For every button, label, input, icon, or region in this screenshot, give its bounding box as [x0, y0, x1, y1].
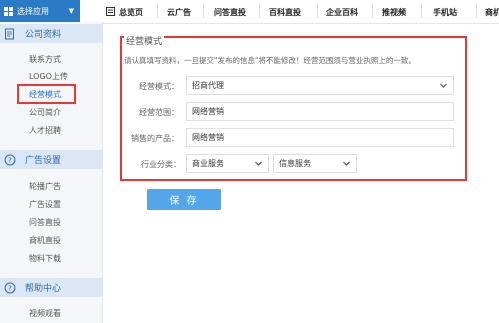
section-title: 广告设置 — [25, 156, 62, 166]
tab-label: 总览页 — [119, 8, 143, 17]
svg-text:?: ? — [8, 156, 12, 164]
chevron-down-icon — [343, 161, 350, 166]
section-ad-settings[interactable]: ? 广告设置 — [0, 150, 103, 169]
caret-down-icon: ▼ — [68, 7, 74, 15]
tab-baike-direct[interactable]: 百科直投 — [269, 7, 301, 18]
business-scope-input[interactable]: 网络营销 — [186, 102, 454, 121]
chevron-down-icon — [255, 161, 262, 166]
tab-divider — [372, 4, 373, 18]
sidebar-item-business-direct[interactable]: 商机直投 — [29, 235, 61, 246]
industry-secondary-select[interactable]: 信息服务 — [273, 154, 357, 173]
tab-mobile-site[interactable]: 手机站 — [433, 7, 457, 18]
tab-divider — [317, 4, 318, 18]
section-title: 帮助中心 — [25, 284, 62, 294]
sidebar-item-ad-settings[interactable]: 广告设置 — [29, 199, 61, 210]
app-select-label: 选择应用 — [17, 6, 49, 16]
tab-enterprise-baike[interactable]: 企业百科 — [326, 7, 358, 18]
sidebar-item-material-download[interactable]: 物料下载 — [29, 253, 61, 264]
form-note: 请认真填写资料，一旦提交"发布的信息"将不能修改！经营范围须与营业执照上的一致。 — [124, 56, 416, 65]
sidebar-item-logo-upload[interactable]: LOGO上传 — [29, 71, 68, 82]
help-circle-icon: ? — [4, 282, 16, 294]
tab-divider — [157, 4, 158, 18]
industry-primary-select[interactable]: 商业服务 — [186, 154, 269, 173]
sidebar: 选择应用 ▼ 公司资料 联系方式 LOGO上传 经营模式 公司简介 人才招聘 ?… — [0, 0, 103, 323]
top-navigation: 总览页 云广告 问答直投 百科直投 企业百科 推视频 手机站 商机 — [103, 0, 499, 24]
business-mode-select[interactable]: 招商代理 — [186, 76, 454, 95]
sidebar-item-carousel-ad[interactable]: 轮播广告 — [29, 181, 61, 192]
overview-icon — [106, 7, 115, 16]
save-button[interactable]: 保 存 — [147, 189, 221, 210]
app-select-dropdown[interactable]: 选择应用 ▼ — [0, 0, 80, 22]
section-help-center[interactable]: ? 帮助中心 — [0, 278, 103, 297]
highlight-box — [17, 84, 76, 104]
apps-grid-icon — [4, 6, 13, 16]
industry-label: 行业分类： — [141, 160, 181, 169]
tab-divider — [259, 4, 260, 18]
business-mode-label: 经营模式： — [139, 82, 179, 91]
chevron-down-icon — [440, 83, 447, 88]
sidebar-item-video[interactable]: 视频观看 — [29, 308, 61, 319]
tab-overview[interactable]: 总览页 — [106, 7, 143, 18]
industry-primary-value: 商业服务 — [192, 159, 224, 168]
sidebar-item-qa-direct[interactable]: 问答直投 — [29, 217, 61, 228]
section-company-info[interactable]: 公司资料 — [0, 24, 103, 43]
document-icon — [4, 28, 16, 40]
business-scope-value: 网络营销 — [192, 107, 224, 116]
sidebar-item-company-intro[interactable]: 公司简介 — [29, 107, 61, 118]
form-title: 经营模式 — [124, 34, 165, 47]
industry-secondary-value: 信息服务 — [279, 159, 311, 168]
business-mode-value: 招商代理 — [192, 81, 224, 90]
products-value: 网络营销 — [192, 133, 224, 142]
tab-business[interactable]: 商机 — [485, 7, 499, 18]
svg-text:?: ? — [8, 284, 12, 292]
section-title: 公司资料 — [25, 30, 62, 40]
sidebar-item-contact[interactable]: 联系方式 — [29, 54, 61, 65]
tab-divider — [203, 4, 204, 18]
tab-divider — [476, 4, 477, 18]
tab-cloud-ads[interactable]: 云广告 — [167, 7, 191, 18]
tab-qa-direct[interactable]: 问答直投 — [214, 7, 246, 18]
business-scope-label: 经营范围： — [139, 108, 179, 117]
help-circle-icon: ? — [4, 154, 16, 166]
products-input[interactable]: 网络营销 — [186, 128, 454, 147]
products-label: 销售的产品： — [131, 134, 179, 143]
tab-push-video[interactable]: 推视频 — [382, 7, 406, 18]
sidebar-item-recruitment[interactable]: 人才招聘 — [29, 125, 61, 136]
tab-divider — [421, 4, 422, 18]
nav-strip — [80, 0, 103, 22]
